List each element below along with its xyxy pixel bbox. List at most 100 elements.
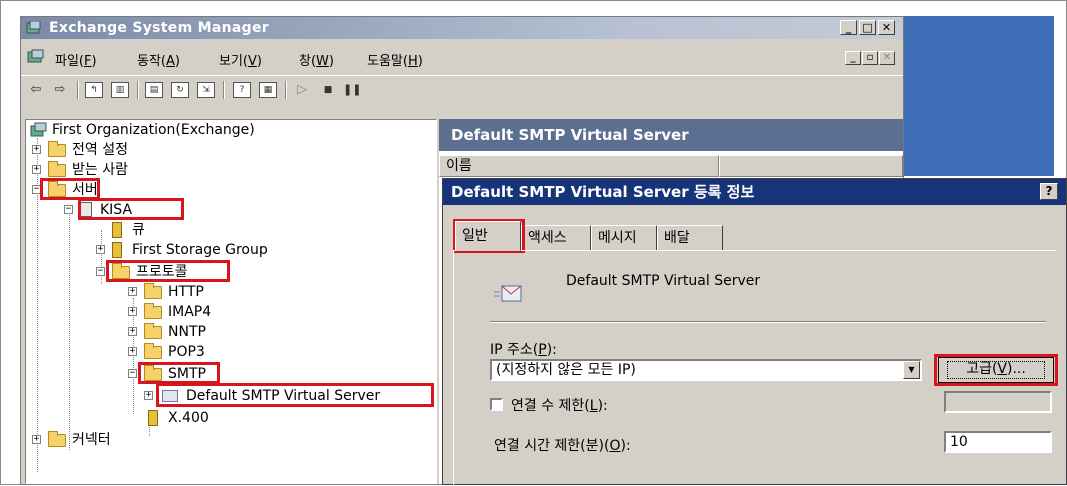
tree-label: X.400 bbox=[168, 410, 209, 426]
connection-timeout-input[interactable]: 10 bbox=[944, 431, 1052, 453]
column-header-name[interactable]: 이름 bbox=[439, 155, 719, 177]
pause-icon[interactable]: ❚❚ bbox=[343, 82, 361, 98]
toolbar-separator bbox=[77, 81, 79, 99]
exchange-app-icon bbox=[26, 21, 41, 34]
toolbar-separator bbox=[223, 81, 225, 99]
back-arrow-icon[interactable]: ⇦ bbox=[27, 82, 45, 98]
highlight-box-smtp bbox=[138, 362, 220, 384]
menu-help[interactable]: 도움말(H) bbox=[367, 50, 423, 69]
mdi-close-button[interactable]: ✕ bbox=[879, 51, 895, 65]
properties-dialog: Default SMTP Virtual Server 등록 정보 ? 일반 액… bbox=[442, 178, 1067, 486]
dialog-titlebar[interactable]: Default SMTP Virtual Server 등록 정보 ? bbox=[443, 179, 1066, 205]
desktop-background bbox=[904, 16, 1054, 176]
expand-icon[interactable]: + bbox=[128, 327, 137, 336]
highlight-box-smtp-virtual-server bbox=[156, 383, 434, 407]
dropdown-arrow-icon[interactable]: ▼ bbox=[903, 361, 920, 379]
folder-icon bbox=[48, 431, 66, 447]
menu-action[interactable]: 동작(A) bbox=[137, 50, 180, 69]
tree-label: 받는 사람 bbox=[72, 162, 128, 178]
expand-icon[interactable]: + bbox=[128, 307, 137, 316]
highlight-box-servers bbox=[40, 178, 100, 200]
x400-icon bbox=[148, 410, 158, 426]
folder-icon bbox=[144, 283, 162, 299]
expand-icon[interactable]: + bbox=[96, 245, 105, 254]
menu-bar: 파일(F) 동작(A) 보기(V) 창(W) 도움말(H) _ ▫ ✕ bbox=[21, 45, 903, 71]
connection-limit-input[interactable] bbox=[944, 391, 1052, 413]
mdi-restore-button[interactable]: ▫ bbox=[862, 51, 878, 65]
stop-icon[interactable]: ■ bbox=[319, 82, 337, 98]
start-icon[interactable]: ▷ bbox=[293, 82, 311, 98]
up-folder-icon[interactable]: ↰ bbox=[85, 82, 103, 98]
column-header-blank[interactable] bbox=[719, 155, 903, 177]
dialog-title: Default SMTP Virtual Server 등록 정보 bbox=[451, 183, 755, 201]
export-list-icon[interactable]: ⇲ bbox=[197, 82, 215, 98]
tab-delivery[interactable]: 배달 bbox=[657, 225, 723, 251]
folder-icon bbox=[144, 343, 162, 359]
separator bbox=[490, 321, 1046, 323]
tree-label: HTTP bbox=[168, 284, 204, 300]
storage-group-icon bbox=[112, 242, 122, 258]
console-menu-icon[interactable] bbox=[27, 49, 45, 65]
queue-icon bbox=[112, 222, 122, 238]
maximize-button[interactable]: □ bbox=[859, 20, 876, 35]
limit-connections-checkbox[interactable]: 연결 수 제한(L): bbox=[490, 395, 608, 415]
folder-icon bbox=[144, 303, 162, 319]
toolbar-separator bbox=[137, 81, 139, 99]
tree-label: First Storage Group bbox=[132, 242, 268, 258]
server-name-text: Default SMTP Virtual Server bbox=[566, 273, 761, 289]
highlight-box-protocols bbox=[106, 260, 230, 282]
tree-line bbox=[69, 212, 70, 450]
ip-address-select[interactable]: (지정하지 않은 모든 IP) ▼ bbox=[490, 359, 922, 381]
toolbar: ⇦ ⇨ ↰ ▥ ▤ ↻ ⇲ ? ▦ ▷ ■ ❚❚ bbox=[21, 75, 903, 103]
window-titlebar[interactable]: Exchange System Manager _ □ ✕ bbox=[21, 17, 903, 39]
general-tab-panel: Default SMTP Virtual Server IP 주소(P): (지… bbox=[453, 250, 1058, 486]
collapse-icon[interactable]: − bbox=[64, 205, 73, 214]
expand-icon[interactable]: + bbox=[32, 435, 41, 444]
help-icon[interactable]: ? bbox=[233, 82, 251, 98]
details-pane-header: Default SMTP Virtual Server bbox=[439, 119, 903, 151]
tree-label: IMAP4 bbox=[168, 304, 212, 320]
show-tree-icon[interactable]: ▥ bbox=[111, 82, 129, 98]
tree-label: 커넥터 bbox=[72, 432, 111, 448]
mdi-minimize-button[interactable]: _ bbox=[845, 51, 861, 65]
highlight-box-kisa bbox=[78, 198, 184, 220]
tab-messages[interactable]: 메시지 bbox=[591, 225, 657, 251]
ip-address-value: (지정하지 않은 모든 IP) bbox=[496, 362, 636, 378]
window-title: Exchange System Manager bbox=[49, 20, 269, 36]
mdi-controls: _ ▫ ✕ bbox=[845, 51, 895, 65]
expand-icon[interactable]: + bbox=[32, 165, 41, 174]
virtual-server-icon bbox=[494, 285, 522, 302]
tree-label: POP3 bbox=[168, 344, 205, 360]
tree-label: 큐 bbox=[132, 222, 145, 238]
dialog-help-button[interactable]: ? bbox=[1040, 183, 1058, 200]
forward-arrow-icon[interactable]: ⇨ bbox=[51, 82, 69, 98]
organization-icon bbox=[30, 122, 47, 137]
console-icon[interactable]: ▦ bbox=[259, 82, 277, 98]
console-tree: First Organization(Exchange) + 전역 설정 + 받… bbox=[25, 119, 437, 484]
close-button[interactable]: ✕ bbox=[878, 20, 895, 35]
refresh-icon[interactable]: ↻ bbox=[171, 82, 189, 98]
properties-icon[interactable]: ▤ bbox=[145, 82, 163, 98]
ip-address-label: IP 주소(P): bbox=[490, 342, 557, 358]
details-column-headers: 이름 bbox=[439, 155, 903, 177]
checkbox-box[interactable] bbox=[490, 398, 503, 411]
minimize-button[interactable]: _ bbox=[840, 20, 857, 35]
toolbar-separator bbox=[285, 81, 287, 99]
collapse-icon[interactable]: − bbox=[128, 369, 137, 378]
folder-icon bbox=[48, 141, 66, 157]
connection-timeout-label: 연결 시간 제한(분)(O): bbox=[494, 438, 631, 454]
menu-view[interactable]: 보기(V) bbox=[219, 50, 262, 69]
window-controls: _ □ ✕ bbox=[840, 20, 895, 35]
expand-icon[interactable]: + bbox=[128, 347, 137, 356]
tab-general[interactable]: 일반 bbox=[455, 221, 521, 251]
tab-access[interactable]: 액세스 bbox=[521, 225, 591, 251]
expand-icon[interactable]: + bbox=[128, 287, 137, 296]
highlight-box-advanced bbox=[934, 354, 1058, 386]
tree-label: 전역 설정 bbox=[72, 142, 128, 158]
expand-icon[interactable]: + bbox=[144, 391, 153, 400]
folder-icon bbox=[48, 161, 66, 177]
menu-file[interactable]: 파일(F) bbox=[55, 50, 97, 69]
menu-window[interactable]: 창(W) bbox=[299, 50, 334, 69]
expand-icon[interactable]: + bbox=[32, 145, 41, 154]
collapse-icon[interactable]: − bbox=[96, 267, 105, 276]
